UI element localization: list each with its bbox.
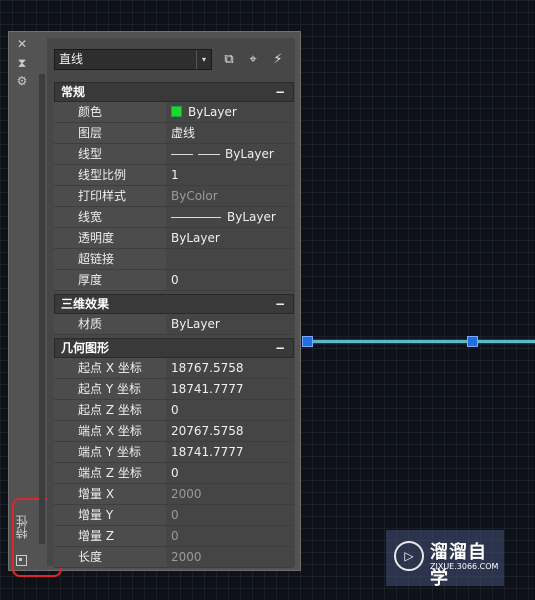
collapse-icon[interactable]: − xyxy=(275,83,285,101)
property-value[interactable]: ByLayer xyxy=(167,228,294,248)
properties-content: 直线 ▾ ⧉ ⌖ ⚡ 常规 − 颜色 ByLayer 图层 虚线 线型 ByLayer… xyxy=(47,38,295,568)
properties-palette: ✕ ⧗ ⚙ 特性 直线 ▾ ⧉ ⌖ ⚡ 常规 − 颜色 ByLayer 图层 虚线 … xyxy=(8,31,301,577)
section-title: 几何图形 xyxy=(61,341,110,355)
property-label: 线型比例 xyxy=(54,165,166,185)
property-row-linetype[interactable]: 线型 ByLayer xyxy=(54,144,294,165)
close-icon[interactable]: ✕ xyxy=(14,37,30,51)
collapse-icon[interactable]: − xyxy=(275,339,285,357)
property-value[interactable]: 虚线 xyxy=(167,123,294,143)
property-row-lineweight[interactable]: 线宽 ByLayer xyxy=(54,207,294,228)
property-label: 打印样式 xyxy=(54,186,166,206)
autohide-icon[interactable]: ⧗ xyxy=(14,56,30,70)
property-value[interactable]: 18767.5758 xyxy=(167,358,294,378)
property-label: 材质 xyxy=(54,314,166,334)
property-value: 2000 xyxy=(167,484,294,504)
property-row-length[interactable]: 长度 2000 xyxy=(54,547,294,568)
property-label: 端点 Z 坐标 xyxy=(54,463,166,483)
property-label: 颜色 xyxy=(54,102,166,122)
property-value: ByColor xyxy=(167,186,294,206)
property-value: ByLayer xyxy=(167,102,294,122)
property-label: 端点 X 坐标 xyxy=(54,421,166,441)
property-value: 0 xyxy=(167,505,294,525)
play-logo-icon: ▷ xyxy=(394,541,424,571)
property-row-color[interactable]: 颜色 ByLayer xyxy=(54,102,294,123)
property-row-delta-x[interactable]: 增量 X 2000 xyxy=(54,484,294,505)
property-row-linetype-scale[interactable]: 线型比例 1 xyxy=(54,165,294,186)
property-value: 2000 xyxy=(167,547,294,567)
scrollbar[interactable] xyxy=(39,74,45,544)
property-value[interactable]: 18741.7777 xyxy=(167,442,294,462)
property-value[interactable] xyxy=(167,249,294,269)
property-label: 增量 Z xyxy=(54,526,166,546)
section-title: 常规 xyxy=(61,85,86,99)
property-row-plot-style[interactable]: 打印样式 ByColor xyxy=(54,186,294,207)
property-row-hyperlink[interactable]: 超链接 xyxy=(54,249,294,270)
property-row-start-y[interactable]: 起点 Y 坐标 18741.7777 xyxy=(54,379,294,400)
collapse-icon[interactable]: − xyxy=(275,295,285,313)
property-label: 起点 Y 坐标 xyxy=(54,379,166,399)
property-row-material[interactable]: 材质 ByLayer xyxy=(54,314,294,335)
dash-preview-icon xyxy=(198,154,220,155)
chevron-down-icon[interactable]: ▾ xyxy=(196,50,211,69)
line-mid-grip[interactable] xyxy=(467,336,478,347)
section-header-geometry[interactable]: 几何图形 − xyxy=(54,338,294,358)
property-value: ByLayer xyxy=(167,144,294,164)
property-value[interactable]: 0 xyxy=(167,463,294,483)
property-row-start-x[interactable]: 起点 X 坐标 18767.5758 xyxy=(54,358,294,379)
color-swatch-icon xyxy=(171,106,182,117)
property-value[interactable]: 0 xyxy=(167,270,294,290)
property-row-start-z[interactable]: 起点 Z 坐标 0 xyxy=(54,400,294,421)
property-row-end-z[interactable]: 端点 Z 坐标 0 xyxy=(54,463,294,484)
dash-preview-icon xyxy=(171,154,193,155)
toggle-pickadd-icon[interactable]: ⧉ xyxy=(219,50,239,70)
property-value[interactable]: 0 xyxy=(167,400,294,420)
property-row-end-x[interactable]: 端点 X 坐标 20767.5758 xyxy=(54,421,294,442)
section-header-general[interactable]: 常规 − xyxy=(54,82,294,102)
property-sections: 常规 − 颜色 ByLayer 图层 虚线 线型 ByLayer 线型比例 1 打印样式… xyxy=(54,82,294,568)
property-row-layer[interactable]: 图层 虚线 xyxy=(54,123,294,144)
lineweight-preview-icon xyxy=(171,217,221,218)
property-row-transparency[interactable]: 透明度 ByLayer xyxy=(54,228,294,249)
property-value[interactable]: 18741.7777 xyxy=(167,379,294,399)
property-label: 起点 X 坐标 xyxy=(54,358,166,378)
object-type-value: 直线 xyxy=(59,52,84,66)
watermark-url: ZIXUE.3066.COM xyxy=(430,562,499,571)
object-type-select[interactable]: 直线 ▾ xyxy=(54,49,212,70)
line-start-grip[interactable] xyxy=(302,336,313,347)
property-row-end-y[interactable]: 端点 Y 坐标 18741.7777 xyxy=(54,442,294,463)
property-label: 图层 xyxy=(54,123,166,143)
property-value[interactable]: 20767.5758 xyxy=(167,421,294,441)
property-label: 起点 Z 坐标 xyxy=(54,400,166,420)
select-objects-icon[interactable]: ⌖ xyxy=(243,50,263,70)
watermark: ▷ 溜溜自学 ZIXUE.3066.COM xyxy=(386,530,504,589)
selected-line[interactable] xyxy=(305,340,535,343)
property-label: 线型 xyxy=(54,144,166,164)
property-label: 透明度 xyxy=(54,228,166,248)
property-label: 长度 xyxy=(54,547,166,567)
quick-select-icon[interactable]: ⚡ xyxy=(268,50,288,70)
palette-side-strip: ✕ ⧗ ⚙ 特性 xyxy=(9,32,35,570)
property-value[interactable]: ByLayer xyxy=(167,314,294,334)
property-row-delta-z[interactable]: 增量 Z0 xyxy=(54,526,294,547)
property-label: 超链接 xyxy=(54,249,166,269)
property-row-thickness[interactable]: 厚度 0 xyxy=(54,270,294,291)
section-header-3d-effects[interactable]: 三维效果 − xyxy=(54,294,294,314)
section-title: 三维效果 xyxy=(61,297,110,311)
property-label: 增量 Y xyxy=(54,505,166,525)
property-label: 端点 Y 坐标 xyxy=(54,442,166,462)
property-label: 线宽 xyxy=(54,207,166,227)
property-row-delta-y[interactable]: 增量 Y0 xyxy=(54,505,294,526)
property-value: ByLayer xyxy=(167,207,294,227)
property-label: 增量 X xyxy=(54,484,166,504)
properties-toolbar: 直线 ▾ ⧉ ⌖ ⚡ xyxy=(54,49,294,73)
property-value[interactable]: 1 xyxy=(167,165,294,185)
property-label: 厚度 xyxy=(54,270,166,290)
settings-icon[interactable]: ⚙ xyxy=(14,74,30,88)
property-value: 0 xyxy=(167,526,294,546)
